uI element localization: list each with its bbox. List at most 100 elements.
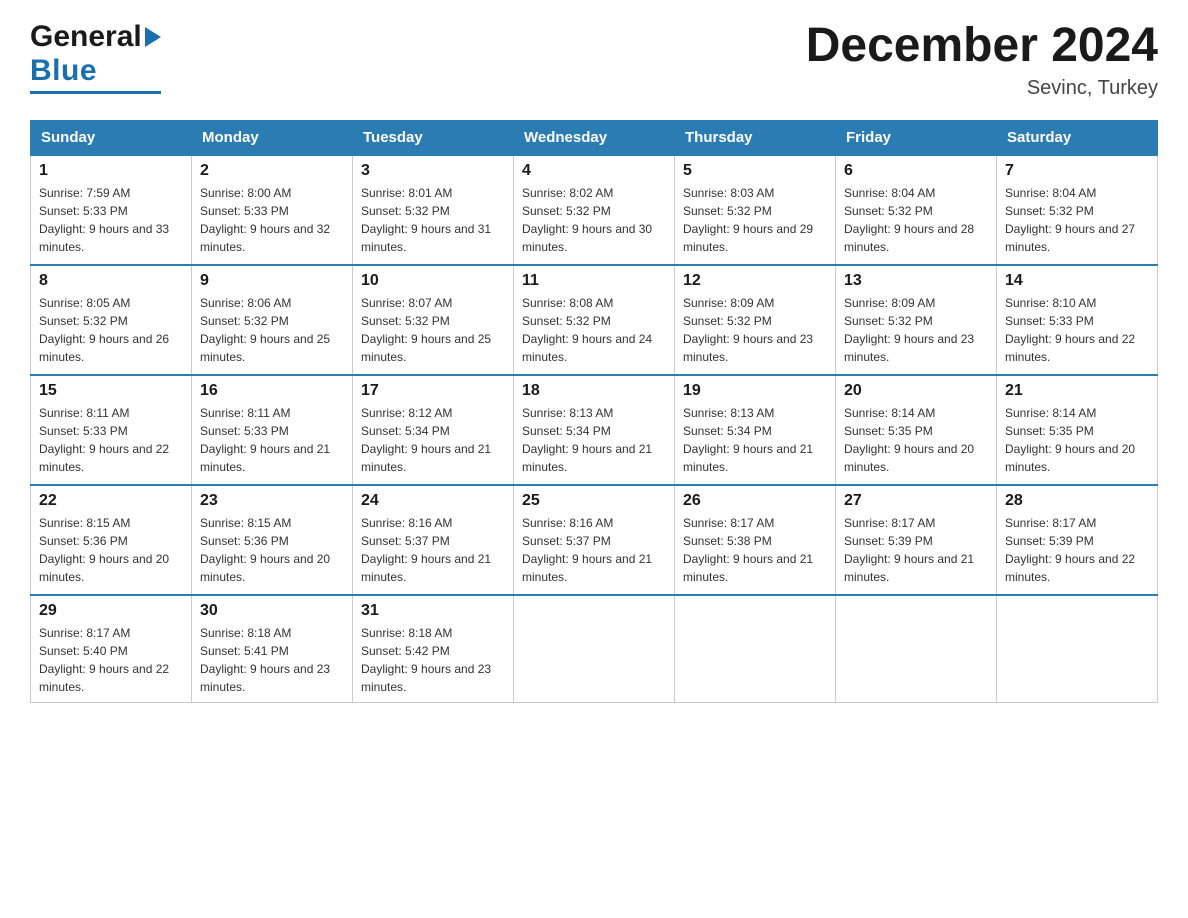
day-number: 9 (200, 272, 344, 290)
day-info: Sunrise: 8:17 AMSunset: 5:39 PMDaylight:… (844, 514, 988, 586)
col-header-saturday: Saturday (997, 120, 1158, 155)
calendar-day-20: 20 Sunrise: 8:14 AMSunset: 5:35 PMDayligh… (836, 375, 997, 485)
day-info: Sunrise: 8:09 AMSunset: 5:32 PMDaylight:… (844, 294, 988, 366)
page-header: General Blue December 2024 Sevinc, Turke… (30, 20, 1158, 100)
day-number: 27 (844, 492, 988, 510)
day-info: Sunrise: 8:04 AMSunset: 5:32 PMDaylight:… (1005, 184, 1149, 256)
day-number: 19 (683, 382, 827, 400)
calendar-day-7: 7 Sunrise: 8:04 AMSunset: 5:32 PMDaylight… (997, 155, 1158, 265)
calendar-day-24: 24 Sunrise: 8:16 AMSunset: 5:37 PMDayligh… (353, 485, 514, 595)
day-number: 12 (683, 272, 827, 290)
day-info: Sunrise: 8:17 AMSunset: 5:39 PMDaylight:… (1005, 514, 1149, 586)
calendar-table: SundayMondayTuesdayWednesdayThursdayFrid… (30, 120, 1158, 703)
calendar-day-19: 19 Sunrise: 8:13 AMSunset: 5:34 PMDayligh… (675, 375, 836, 485)
calendar-day-8: 8 Sunrise: 8:05 AMSunset: 5:32 PMDaylight… (31, 265, 192, 375)
day-info: Sunrise: 8:16 AMSunset: 5:37 PMDaylight:… (361, 514, 505, 586)
col-header-monday: Monday (192, 120, 353, 155)
day-number: 20 (844, 382, 988, 400)
calendar-day-2: 2 Sunrise: 8:00 AMSunset: 5:33 PMDaylight… (192, 155, 353, 265)
day-info: Sunrise: 8:17 AMSunset: 5:40 PMDaylight:… (39, 624, 183, 696)
day-number: 10 (361, 272, 505, 290)
day-info: Sunrise: 8:04 AMSunset: 5:32 PMDaylight:… (844, 184, 988, 256)
calendar-day-29: 29 Sunrise: 8:17 AMSunset: 5:40 PMDayligh… (31, 595, 192, 703)
calendar-day-11: 11 Sunrise: 8:08 AMSunset: 5:32 PMDayligh… (514, 265, 675, 375)
day-info: Sunrise: 8:16 AMSunset: 5:37 PMDaylight:… (522, 514, 666, 586)
day-number: 15 (39, 382, 183, 400)
day-info: Sunrise: 8:03 AMSunset: 5:32 PMDaylight:… (683, 184, 827, 256)
calendar-day-23: 23Sunrise: 8:15 AMSunset: 5:36 PMDayligh… (192, 485, 353, 595)
calendar-day-5: 5 Sunrise: 8:03 AMSunset: 5:32 PMDaylight… (675, 155, 836, 265)
day-info: Sunrise: 7:59 AMSunset: 5:33 PMDaylight:… (39, 184, 183, 256)
day-info: Sunrise: 8:01 AMSunset: 5:32 PMDaylight:… (361, 184, 505, 256)
day-number: 26 (683, 492, 827, 510)
calendar-day-21: 21Sunrise: 8:14 AMSunset: 5:35 PMDayligh… (997, 375, 1158, 485)
day-info: Sunrise: 8:11 AMSunset: 5:33 PMDaylight:… (200, 404, 344, 476)
logo-blue-text: Blue (30, 54, 97, 88)
day-number: 22 (39, 492, 183, 510)
day-number: 6 (844, 162, 988, 180)
empty-cell (675, 595, 836, 703)
calendar-day-13: 13 Sunrise: 8:09 AMSunset: 5:32 PMDayligh… (836, 265, 997, 375)
calendar-day-12: 12Sunrise: 8:09 AMSunset: 5:32 PMDayligh… (675, 265, 836, 375)
day-info: Sunrise: 8:18 AMSunset: 5:42 PMDaylight:… (361, 624, 505, 696)
day-number: 5 (683, 162, 827, 180)
day-info: Sunrise: 8:11 AMSunset: 5:33 PMDaylight:… (39, 404, 183, 476)
day-number: 8 (39, 272, 183, 290)
day-info: Sunrise: 8:05 AMSunset: 5:32 PMDaylight:… (39, 294, 183, 366)
logo: General Blue (30, 20, 161, 94)
day-number: 4 (522, 162, 666, 180)
calendar-day-30: 30 Sunrise: 8:18 AMSunset: 5:41 PMDayligh… (192, 595, 353, 703)
day-number: 16 (200, 382, 344, 400)
day-number: 7 (1005, 162, 1149, 180)
logo-arrow-icon (145, 27, 161, 47)
empty-cell (997, 595, 1158, 703)
month-title: December 2024 (806, 20, 1158, 73)
day-number: 29 (39, 602, 183, 620)
day-info: Sunrise: 8:07 AMSunset: 5:32 PMDaylight:… (361, 294, 505, 366)
day-number: 3 (361, 162, 505, 180)
day-number: 11 (522, 272, 666, 290)
day-number: 25 (522, 492, 666, 510)
calendar-day-3: 3 Sunrise: 8:01 AMSunset: 5:32 PMDaylight… (353, 155, 514, 265)
day-info: Sunrise: 8:14 AMSunset: 5:35 PMDaylight:… (1005, 404, 1149, 476)
calendar-day-6: 6 Sunrise: 8:04 AMSunset: 5:32 PMDaylight… (836, 155, 997, 265)
day-number: 30 (200, 602, 344, 620)
calendar-day-26: 26 Sunrise: 8:17 AMSunset: 5:38 PMDayligh… (675, 485, 836, 595)
day-info: Sunrise: 8:13 AMSunset: 5:34 PMDaylight:… (522, 404, 666, 476)
calendar-day-15: 15 Sunrise: 8:11 AMSunset: 5:33 PMDayligh… (31, 375, 192, 485)
day-number: 17 (361, 382, 505, 400)
day-info: Sunrise: 8:14 AMSunset: 5:35 PMDaylight:… (844, 404, 988, 476)
calendar-day-16: 16 Sunrise: 8:11 AMSunset: 5:33 PMDayligh… (192, 375, 353, 485)
day-info: Sunrise: 8:17 AMSunset: 5:38 PMDaylight:… (683, 514, 827, 586)
col-header-friday: Friday (836, 120, 997, 155)
calendar-day-4: 4Sunrise: 8:02 AMSunset: 5:32 PMDaylight… (514, 155, 675, 265)
day-info: Sunrise: 8:18 AMSunset: 5:41 PMDaylight:… (200, 624, 344, 696)
calendar-day-25: 25 Sunrise: 8:16 AMSunset: 5:37 PMDayligh… (514, 485, 675, 595)
calendar-day-27: 27 Sunrise: 8:17 AMSunset: 5:39 PMDayligh… (836, 485, 997, 595)
day-info: Sunrise: 8:10 AMSunset: 5:33 PMDaylight:… (1005, 294, 1149, 366)
location-text: Sevinc, Turkey (806, 77, 1158, 100)
calendar-day-17: 17Sunrise: 8:12 AMSunset: 5:34 PMDayligh… (353, 375, 514, 485)
col-header-sunday: Sunday (31, 120, 192, 155)
calendar-day-10: 10 Sunrise: 8:07 AMSunset: 5:32 PMDayligh… (353, 265, 514, 375)
calendar-day-14: 14 Sunrise: 8:10 AMSunset: 5:33 PMDayligh… (997, 265, 1158, 375)
calendar-day-28: 28 Sunrise: 8:17 AMSunset: 5:39 PMDayligh… (997, 485, 1158, 595)
day-number: 23 (200, 492, 344, 510)
day-number: 1 (39, 162, 183, 180)
day-info: Sunrise: 8:08 AMSunset: 5:32 PMDaylight:… (522, 294, 666, 366)
calendar-day-9: 9 Sunrise: 8:06 AMSunset: 5:32 PMDaylight… (192, 265, 353, 375)
day-number: 24 (361, 492, 505, 510)
day-number: 13 (844, 272, 988, 290)
col-header-wednesday: Wednesday (514, 120, 675, 155)
day-info: Sunrise: 8:00 AMSunset: 5:33 PMDaylight:… (200, 184, 344, 256)
day-info: Sunrise: 8:06 AMSunset: 5:32 PMDaylight:… (200, 294, 344, 366)
calendar-day-18: 18Sunrise: 8:13 AMSunset: 5:34 PMDayligh… (514, 375, 675, 485)
day-number: 2 (200, 162, 344, 180)
day-number: 14 (1005, 272, 1149, 290)
col-header-thursday: Thursday (675, 120, 836, 155)
day-number: 31 (361, 602, 505, 620)
day-info: Sunrise: 8:13 AMSunset: 5:34 PMDaylight:… (683, 404, 827, 476)
day-number: 28 (1005, 492, 1149, 510)
calendar-day-22: 22Sunrise: 8:15 AMSunset: 5:36 PMDayligh… (31, 485, 192, 595)
calendar-day-31: 31 Sunrise: 8:18 AMSunset: 5:42 PMDayligh… (353, 595, 514, 703)
